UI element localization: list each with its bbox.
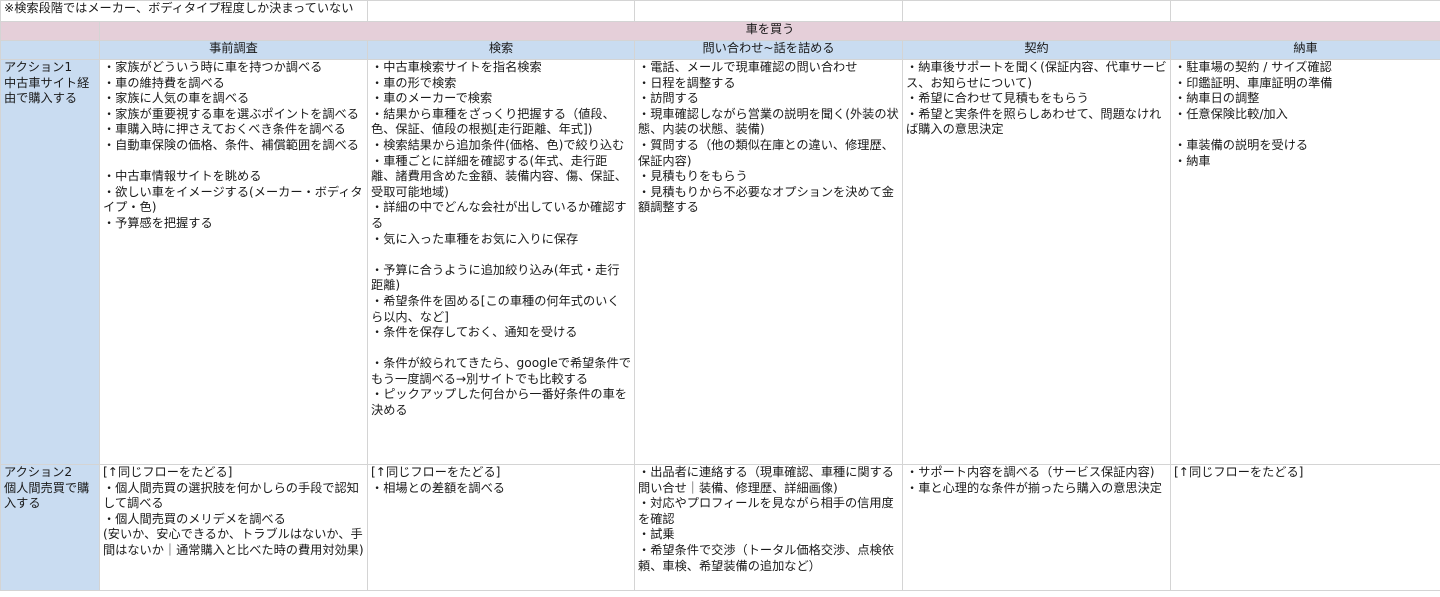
phase-header-search[interactable]: 検索: [367, 40, 636, 60]
table-cell[interactable]: [↑同じフローをたどる] ・個人間売買の選択肢を何かしらの手段で認知して調べる …: [98, 464, 369, 591]
title-row-empty-cell[interactable]: [0, 21, 100, 41]
phase-header-contract[interactable]: 契約: [902, 40, 1172, 60]
empty-cell[interactable]: [902, 0, 1172, 22]
phase-header-inquiry[interactable]: 問い合わせ~話を詰める: [634, 40, 904, 60]
table-cell[interactable]: [↑同じフローをたどる] ・相場との差額を調べる: [367, 464, 636, 591]
title-row: 車を買う: [0, 21, 1440, 41]
table-cell[interactable]: ・納車後サポートを聞く(保証内容、代車サービス、お知らせについて) ・希望に合わ…: [902, 59, 1172, 465]
note-row: ※検索段階ではメーカー、ボディタイプ程度しか決まっていない: [0, 0, 1440, 22]
table-cell[interactable]: ・駐車場の契約 / サイズ確認 ・印鑑証明、車庫証明の準備 ・納車日の調整 ・任…: [1170, 59, 1440, 465]
table-row: アクション2 個人間売買で購入する [↑同じフローをたどる] ・個人間売買の選択…: [0, 464, 1440, 591]
phase-header-research[interactable]: 事前調査: [98, 40, 369, 60]
action-label-cell[interactable]: アクション1 中古車サイト経由で購入する: [0, 59, 100, 465]
note-cell[interactable]: ※検索段階ではメーカー、ボディタイプ程度しか決まっていない: [0, 0, 369, 22]
action-label: アクション1 中古車サイト経由で購入する: [4, 60, 90, 106]
table-cell[interactable]: ・サポート内容を調べる（サービス保証内容) ・車と心理的な条件が揃ったら購入の意…: [902, 464, 1172, 591]
empty-cell[interactable]: [367, 0, 636, 22]
table-cell[interactable]: ・電話、メールで現車確認の問い合わせ ・日程を調整する ・訪問する ・現車確認し…: [634, 59, 904, 465]
action-label: アクション2 個人間売買で購入する: [4, 465, 90, 511]
table-cell[interactable]: ・中古車検索サイトを指名検索 ・車の形で検索 ・車のメーカーで検索 ・結果から車…: [367, 59, 636, 465]
table-row: アクション1 中古車サイト経由で購入する ・家族がどういう時に車を持つか調べる …: [0, 59, 1440, 465]
phase-header-delivery[interactable]: 納車: [1170, 40, 1440, 60]
empty-cell[interactable]: [634, 0, 904, 22]
empty-cell[interactable]: [1170, 0, 1440, 22]
phase-header-row: 事前調査 検索 問い合わせ~話を詰める 契約 納車: [0, 40, 1440, 60]
table-cell[interactable]: [↑同じフローをたどる]: [1170, 464, 1440, 591]
action-label-cell[interactable]: アクション2 個人間売買で購入する: [0, 464, 100, 591]
spreadsheet-grid: ※検索段階ではメーカー、ボディタイプ程度しか決まっていない 車を買う 事前調査 …: [0, 0, 1440, 591]
phase-header-empty-cell[interactable]: [0, 40, 100, 60]
table-cell[interactable]: ・出品者に連絡する（現車確認、車種に関する問い合せ｜装備、修理歴、詳細画像) ・…: [634, 464, 904, 591]
table-cell[interactable]: ・家族がどういう時に車を持つか調べる ・車の維持費を調べる ・家族に人気の車を調…: [98, 59, 369, 465]
title-cell[interactable]: 車を買う: [98, 21, 1440, 41]
